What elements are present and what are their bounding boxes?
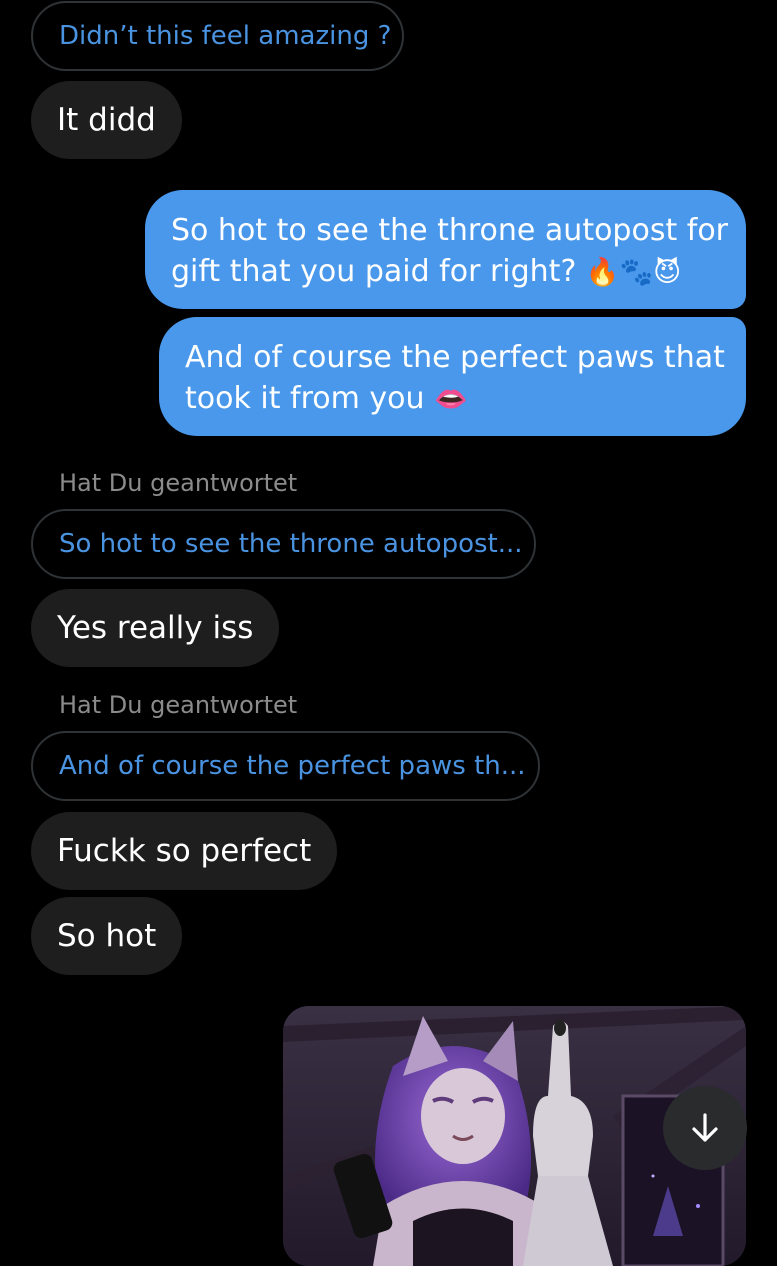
- message-text: Fuckk so perfect: [57, 833, 312, 869]
- message-text-line: took it from you: [185, 381, 425, 416]
- scroll-to-bottom-button[interactable]: [663, 1086, 747, 1170]
- message-text: It didd: [57, 102, 156, 138]
- lips-emoji: 👄: [434, 384, 468, 415]
- message-text: So hot: [57, 918, 157, 954]
- reply-preview[interactable]: Didn’t this feel amazing ?: [31, 1, 404, 71]
- message-text-line: And of course the perfect paws that: [185, 340, 725, 375]
- outgoing-message-bubble[interactable]: And of course the perfect paws that took…: [159, 317, 746, 436]
- reply-preview-text: And of course the perfect paws th...: [59, 751, 526, 781]
- reply-preview-text: So hot to see the throne autopost...: [59, 529, 523, 559]
- incoming-message-bubble[interactable]: Fuckk so perfect: [31, 812, 338, 890]
- replied-label: Hat Du geantwortet: [59, 469, 298, 497]
- message-text-line: gift that you paid for right?: [171, 254, 577, 289]
- replied-label: Hat Du geantwortet: [59, 691, 298, 719]
- incoming-message-bubble[interactable]: It didd: [31, 81, 182, 159]
- arrow-down-icon: [692, 1113, 718, 1142]
- outgoing-message-bubble[interactable]: So hot to see the throne autopost for gi…: [145, 190, 746, 309]
- reply-preview[interactable]: So hot to see the throne autopost...: [31, 509, 536, 579]
- incoming-message-bubble[interactable]: So hot: [31, 897, 183, 975]
- message-text: Yes really iss: [57, 610, 254, 646]
- reply-preview-text: Didn’t this feel amazing ?: [59, 21, 392, 51]
- incoming-message-bubble[interactable]: Yes really iss: [31, 589, 280, 667]
- message-text-line: So hot to see the throne autopost for: [171, 213, 729, 248]
- fire-paw-devil-emoji: 🔥🐾😈: [585, 257, 682, 288]
- reply-preview[interactable]: And of course the perfect paws th...: [31, 731, 540, 801]
